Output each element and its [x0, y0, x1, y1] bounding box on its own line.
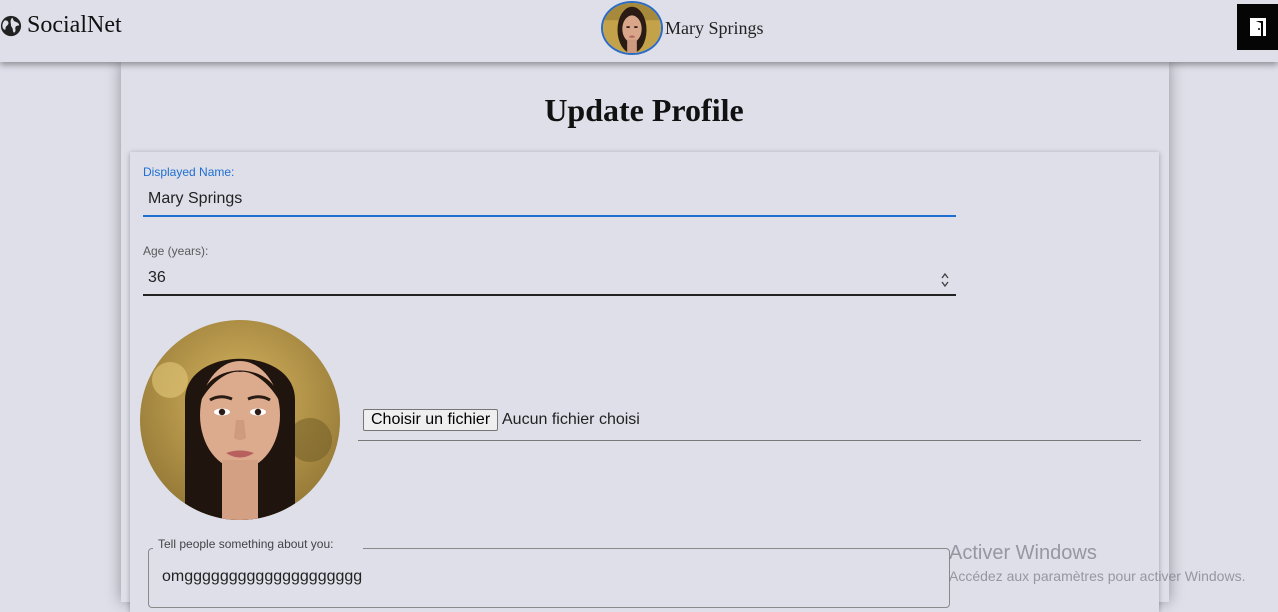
displayed-name-field[interactable]: Displayed Name: Mary Springs	[143, 165, 956, 218]
logout-button[interactable]	[1237, 4, 1278, 50]
brand-link[interactable]: SocialNet	[0, 12, 122, 39]
profile-photo	[140, 320, 340, 520]
user-name: Mary Springs	[665, 17, 764, 38]
bio-text[interactable]: omgggggggggggggggggggg	[162, 568, 362, 586]
globe-icon	[0, 15, 22, 36]
age-label: Age (years):	[143, 244, 209, 258]
page-title: Update Profile	[544, 92, 744, 128]
user-profile-link[interactable]: Mary Springs	[601, 0, 764, 56]
bio-label: Tell people something about you:	[153, 537, 363, 551]
avatar[interactable]	[601, 1, 663, 55]
choose-file-button[interactable]: Choisir un fichier	[363, 409, 499, 431]
bio-textarea[interactable]: Tell people something about you: omggggg…	[148, 537, 950, 608]
displayed-name-underline	[143, 215, 956, 217]
door-exit-icon	[1249, 18, 1266, 36]
age-underline	[143, 294, 956, 296]
displayed-name-label: Displayed Name:	[143, 165, 235, 179]
top-navbar: SocialNet Mary Springs	[0, 0, 1278, 62]
brand-name: SocialNet	[27, 12, 122, 38]
displayed-name-input[interactable]: Mary Springs	[143, 190, 956, 210]
age-input[interactable]: 36	[143, 269, 956, 289]
spinner-arrows-icon[interactable]	[940, 271, 950, 289]
file-upload-field: Choisir un fichier Aucun fichier choisi	[358, 408, 1141, 441]
file-status: Aucun fichier choisi	[502, 411, 640, 428]
age-field[interactable]: Age (years): 36	[143, 244, 956, 297]
